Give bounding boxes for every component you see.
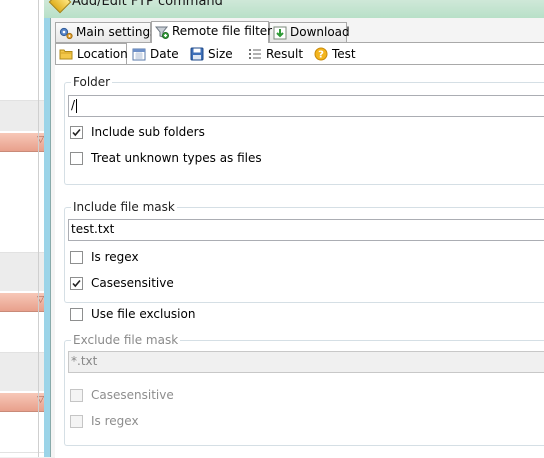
bg-row (0, 412, 48, 433)
folder-icon (59, 49, 73, 60)
tab-label: Download (290, 25, 350, 39)
checkbox-box (70, 152, 83, 165)
list-icon (249, 49, 261, 59)
ftp-command-dialog: Add/Edit FTP command Main settings Remot… (44, 0, 544, 458)
checkbox-box (70, 415, 83, 428)
folder-group: Folder / Include sub folders Treat unkno… (64, 75, 544, 185)
help-icon: ? (314, 47, 328, 61)
checkbox-label: Casesensitive (91, 388, 174, 402)
disk-icon (190, 47, 204, 61)
title-bar[interactable]: Add/Edit FTP command (44, 0, 544, 18)
tab-remote-file-filter[interactable]: Remote file filter (151, 21, 273, 43)
filter-icon (155, 26, 169, 39)
bg-column-header[interactable]: ▽ (0, 393, 48, 412)
checkbox-box (70, 389, 83, 402)
exclude-mask-group: Exclude file mask *.txt Casesensitive Is… (64, 333, 544, 446)
folder-input[interactable]: / (68, 95, 544, 117)
download-icon (273, 26, 287, 40)
bg-row (0, 212, 48, 233)
bg-row (0, 312, 48, 333)
tab-size[interactable]: Size (187, 44, 243, 64)
tab-label: Remote file filter (172, 24, 273, 38)
tab-result[interactable]: Result (245, 44, 309, 64)
bg-column-header[interactable]: ▽ (0, 293, 48, 312)
bg-row (0, 172, 48, 193)
bg-row (0, 192, 48, 213)
checkbox-box (70, 126, 83, 139)
bg-row (0, 232, 48, 253)
bg-row (0, 60, 48, 81)
tab-label: Test (332, 47, 356, 61)
checkbox-box (70, 251, 83, 264)
bg-row (0, 152, 48, 173)
exclude-mask-input: *.txt (68, 351, 544, 373)
tab-label: Size (208, 47, 233, 61)
folder-group-title: Folder (71, 75, 113, 89)
sub-tab-strip: Location Date Size Result ? Test (55, 42, 544, 65)
tab-label: Date (150, 47, 179, 61)
tab-main-settings[interactable]: Main settings (55, 22, 156, 42)
bg-row (0, 432, 48, 453)
location-panel: Folder / Include sub folders Treat unkno… (55, 64, 544, 458)
dialog-client-area: Main settings Remote file filter Downloa… (50, 18, 544, 458)
checkbox-label: Treat unknown types as files (91, 151, 262, 165)
bg-row (0, 20, 48, 41)
tab-label: Location (77, 47, 128, 61)
app-icon (48, 0, 72, 14)
checkbox-label: Is regex (91, 414, 139, 428)
tab-test[interactable]: ? Test (311, 44, 371, 64)
bg-row (0, 80, 48, 101)
checkbox-label: Casesensitive (91, 276, 174, 290)
window-title: Add/Edit FTP command (72, 0, 223, 9)
bg-row (0, 0, 48, 21)
include-mask-group: Include file mask test.txt Is regex Case… (64, 200, 544, 303)
bg-row (0, 40, 48, 61)
include-mask-input[interactable]: test.txt (68, 219, 544, 241)
checkbox-label: Is regex (91, 250, 139, 264)
tab-date[interactable]: Date (129, 44, 185, 64)
include-mask-value: test.txt (71, 222, 115, 236)
tab-download[interactable]: Download (269, 22, 350, 42)
text-caret (76, 99, 77, 113)
calendar-icon (132, 48, 146, 61)
checkbox-label: Use file exclusion (91, 307, 196, 321)
checkbox-box (70, 308, 83, 321)
tab-label: Main settings (76, 25, 157, 39)
exclude-mask-title: Exclude file mask (71, 333, 181, 347)
tab-location[interactable]: Location (55, 43, 128, 65)
include-mask-title: Include file mask (71, 200, 177, 214)
gear-icon (59, 27, 73, 40)
bg-column-header[interactable]: ▽ (0, 133, 48, 152)
svg-text:?: ? (318, 50, 324, 61)
tab-label: Result (266, 47, 304, 61)
exclude-mask-value: *.txt (71, 354, 98, 368)
bg-column-divider (38, 0, 39, 457)
checkbox-box (70, 277, 83, 290)
checkbox-label: Include sub folders (91, 125, 205, 139)
bg-row (0, 332, 48, 353)
folder-input-value: / (71, 98, 76, 112)
